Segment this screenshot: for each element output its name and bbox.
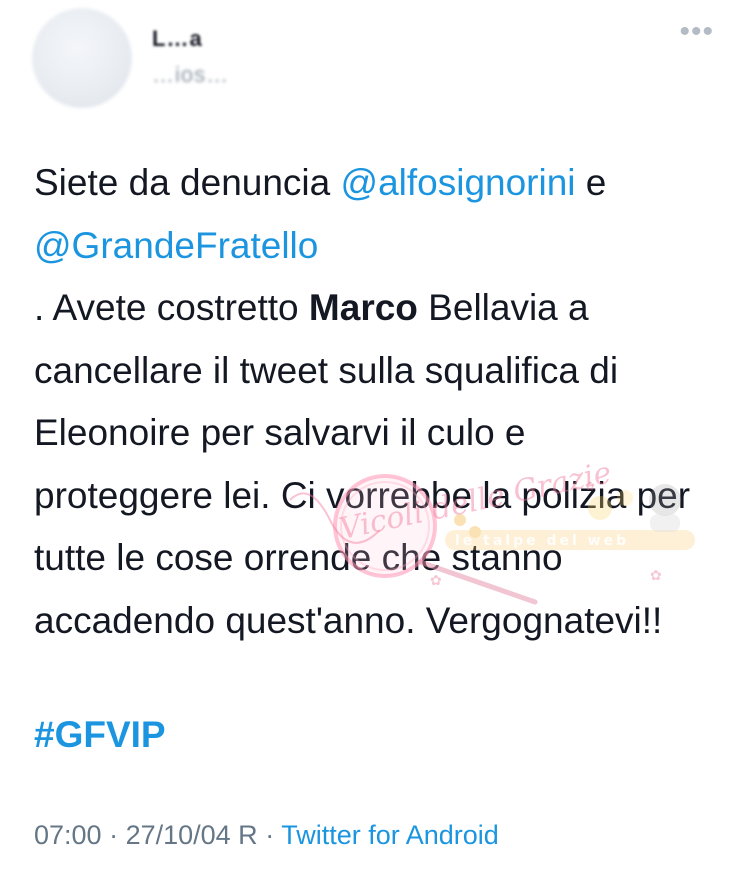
tweet-text-part: e [575, 162, 607, 203]
hashtag-link[interactable]: #GFVIP [34, 714, 166, 756]
tweet-date[interactable]: 27/10/04 R [126, 820, 258, 850]
tweet-text-part: Bellavia a cancellare il tweet sulla squ… [34, 287, 691, 641]
mention-grandefratello[interactable]: @GrandeFratello [34, 225, 318, 266]
meta-separator: · [257, 820, 282, 850]
meta-separator: · [101, 820, 126, 850]
user-handle[interactable]: …ios… [152, 62, 229, 88]
bold-word: Marco [308, 287, 418, 328]
tweet-text-part: Siete da denuncia [34, 162, 341, 203]
tweet-card: L…a …ios… ••• Siete da denuncia @alfosig… [0, 0, 740, 875]
tweet-meta: 07:00 · 27/10/04 R · Twitter for Android [34, 820, 499, 851]
tweet-source-link[interactable]: Twitter for Android [281, 820, 499, 850]
tweet-text: Siete da denuncia @alfosignorini e @Gran… [34, 152, 714, 652]
more-dots-icon[interactable]: ••• [679, 17, 714, 47]
avatar[interactable] [32, 8, 132, 108]
display-name[interactable]: L…a [152, 26, 203, 52]
tweet-time[interactable]: 07:00 [34, 820, 102, 850]
tweet-text-part: . Avete costretto [34, 287, 309, 328]
mention-alfosignorini[interactable]: @alfosignorini [341, 162, 576, 203]
